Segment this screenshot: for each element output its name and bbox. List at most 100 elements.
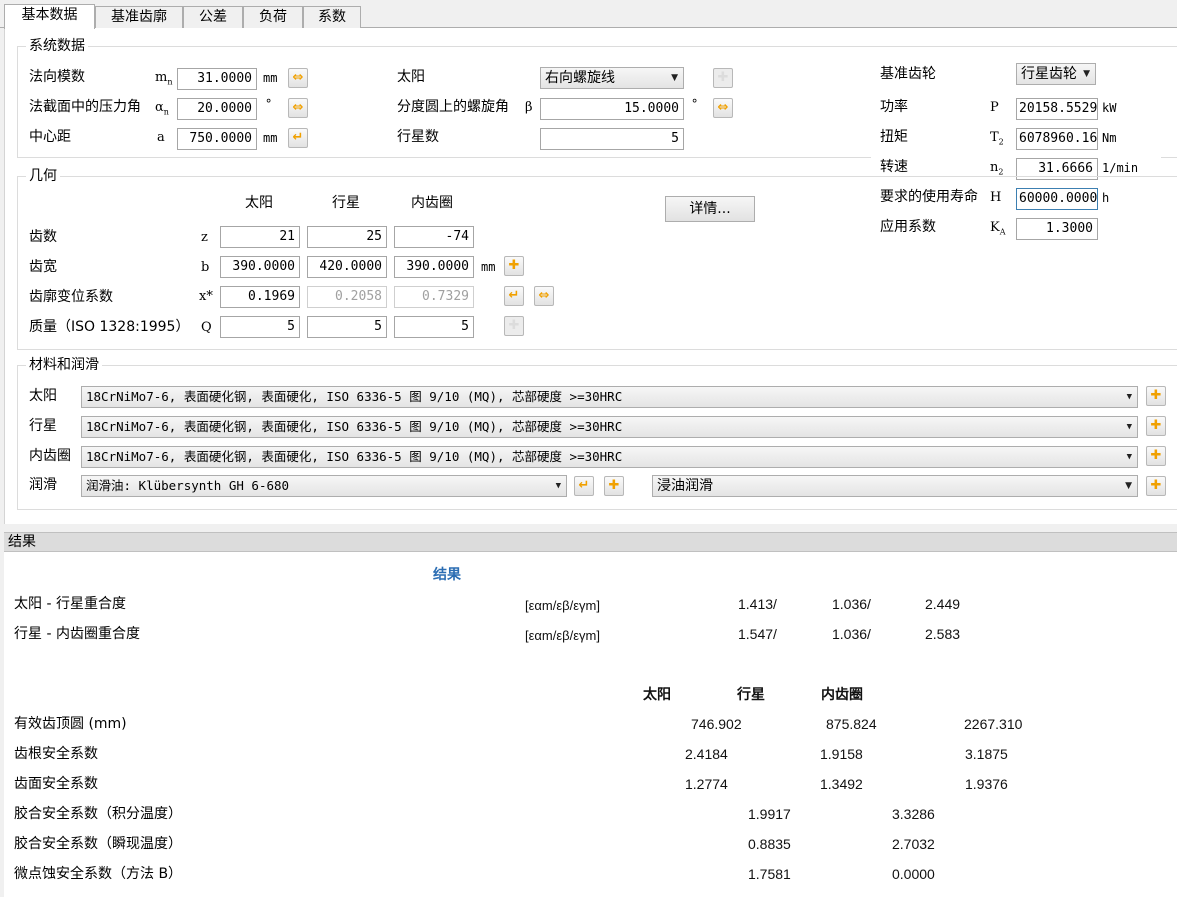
- center-distance-symbol: a: [157, 130, 165, 145]
- teeth-planet-input[interactable]: 25: [307, 226, 387, 248]
- convert-icon[interactable]: ⇔: [713, 98, 733, 118]
- planets-input[interactable]: 5: [540, 128, 684, 150]
- group-title: 材料和润滑: [26, 356, 102, 374]
- quality-symbol: Q: [201, 320, 212, 335]
- quality-planet-input[interactable]: 5: [307, 316, 387, 338]
- tab-basic-data[interactable]: 基本数据: [4, 4, 95, 29]
- col-header-planet: 行星: [332, 195, 360, 211]
- basic-data-panel: 系统数据 法向模数 mn 31.0000 mm ⇔ 太阳 右向螺旋线 ▼ ✚ 法截…: [4, 28, 1177, 524]
- result-value: 3.3286: [892, 806, 935, 822]
- result-value: 1.3492: [820, 776, 863, 792]
- helix-angle-unit: °: [691, 97, 699, 111]
- shift-ring-input: 0.7329: [394, 286, 474, 308]
- lubricant-select[interactable]: 润滑油: Klübersynth GH 6-680 ▼: [81, 475, 567, 497]
- tab-bar: 基本数据 基准齿廓 公差 负荷 系数: [0, 4, 1177, 29]
- helix-angle-input[interactable]: 15.0000: [540, 98, 684, 120]
- shift-sun-input[interactable]: 0.1969: [220, 286, 300, 308]
- group-title: 几何: [26, 167, 60, 185]
- center-distance-input[interactable]: 750.0000: [177, 128, 257, 150]
- ref-gear-select[interactable]: 行星齿轮 ▼: [1016, 63, 1096, 85]
- material-planet-select[interactable]: 18CrNiMo7-6, 表面硬化钢, 表面硬化, ISO 6336-5 图 9…: [81, 416, 1138, 438]
- results-col-planet: 行星: [737, 686, 765, 702]
- plus-icon[interactable]: ✚: [1146, 386, 1166, 406]
- normal-module-unit: mm: [263, 71, 278, 85]
- calculate-icon[interactable]: ↵: [288, 128, 308, 148]
- sun-helix-direction-select[interactable]: 右向螺旋线 ▼: [540, 67, 684, 89]
- normal-module-input[interactable]: 31.0000: [177, 68, 257, 90]
- power-label: 功率: [880, 99, 908, 115]
- contact-ratio-unit: [εαm/εβ/εγm]: [525, 598, 600, 613]
- result-value: 1.9917: [748, 806, 791, 822]
- chevron-down-icon: ▼: [1083, 69, 1090, 79]
- result-value: 1.036/: [832, 596, 871, 612]
- results-header: 结果: [4, 532, 1177, 552]
- result-value: 2.4184: [685, 746, 728, 762]
- results-col-ring: 内齿圈: [821, 686, 863, 702]
- group-title: 系统数据: [26, 37, 88, 55]
- tab-reference-profile[interactable]: 基准齿廓: [95, 6, 183, 28]
- result-value: 1.2774: [685, 776, 728, 792]
- plus-icon[interactable]: ✚: [1146, 416, 1166, 436]
- micropitting-label: 微点蚀安全系数（方法 B）: [14, 866, 183, 882]
- profile-shift-symbol: x*: [199, 289, 213, 304]
- flank-safety-label: 齿面安全系数: [14, 776, 98, 792]
- planet-ring-contact-label: 行星 - 内齿圈重合度: [14, 626, 140, 642]
- chevron-down-icon: ▼: [671, 73, 678, 83]
- teeth-ring-input[interactable]: -74: [394, 226, 474, 248]
- torque-unit: Nm: [1102, 131, 1117, 145]
- convert-icon[interactable]: ⇔: [288, 68, 308, 88]
- profile-shift-label: 齿廓变位系数: [29, 289, 113, 305]
- details-button[interactable]: 详情...: [665, 196, 755, 222]
- convert-icon[interactable]: ⇔: [288, 98, 308, 118]
- results-panel: 结果 太阳 - 行星重合度 [εαm/εβ/εγm] 1.413/ 1.036/…: [4, 552, 1177, 897]
- tab-tolerances[interactable]: 公差: [183, 6, 243, 28]
- teeth-symbol: z: [201, 230, 208, 245]
- calculate-icon[interactable]: ↵: [504, 286, 524, 306]
- sun-label: 太阳: [397, 69, 425, 85]
- plus-icon[interactable]: ✚: [604, 476, 624, 496]
- tab-factors[interactable]: 系数: [303, 6, 361, 28]
- result-value: 1.9376: [965, 776, 1008, 792]
- width-planet-input[interactable]: 420.0000: [307, 256, 387, 278]
- normal-module-symbol: mn: [155, 70, 173, 87]
- result-value: 0.8835: [748, 836, 791, 852]
- plus-icon[interactable]: ✚: [504, 256, 524, 276]
- teeth-sun-input[interactable]: 21: [220, 226, 300, 248]
- scuffing-integral-label: 胶合安全系数（积分温度）: [14, 806, 182, 822]
- col-header-sun: 太阳: [245, 195, 273, 211]
- torque-symbol: T2: [990, 130, 1004, 147]
- convert-icon[interactable]: ⇔: [534, 286, 554, 306]
- quality-sun-input[interactable]: 5: [220, 316, 300, 338]
- face-width-symbol: b: [201, 260, 210, 275]
- plus-icon[interactable]: ✚: [1146, 446, 1166, 466]
- pressure-angle-input[interactable]: 20.0000: [177, 98, 257, 120]
- chevron-down-icon: ▼: [555, 481, 561, 491]
- material-ring-select[interactable]: 18CrNiMo7-6, 表面硬化钢, 表面硬化, ISO 6336-5 图 9…: [81, 446, 1138, 468]
- material-sun-select[interactable]: 18CrNiMo7-6, 表面硬化钢, 表面硬化, ISO 6336-5 图 9…: [81, 386, 1138, 408]
- result-value: 0.0000: [892, 866, 935, 882]
- torque-input[interactable]: 6078960.16: [1016, 128, 1098, 150]
- plus-icon[interactable]: ✚: [1146, 476, 1166, 496]
- face-width-label: 齿宽: [29, 259, 57, 275]
- teeth-label: 齿数: [29, 229, 57, 245]
- chevron-down-icon: ▼: [1125, 481, 1132, 491]
- lubrication-method-select[interactable]: 浸油润滑 ▼: [652, 475, 1138, 497]
- tab-load[interactable]: 负荷: [243, 6, 303, 28]
- center-distance-label: 中心距: [29, 129, 71, 145]
- power-input[interactable]: 20158.5529: [1016, 98, 1098, 120]
- results-title: 结果: [433, 566, 461, 582]
- calculate-icon[interactable]: ↵: [574, 476, 594, 496]
- result-value: 2.583: [925, 626, 961, 642]
- power-unit: kW: [1102, 101, 1117, 115]
- speed-unit: 1/min: [1102, 161, 1139, 175]
- results-col-sun: 太阳: [643, 686, 671, 702]
- quality-ring-input[interactable]: 5: [394, 316, 474, 338]
- helix-angle-symbol: β: [525, 100, 533, 115]
- width-unit: mm: [481, 260, 496, 274]
- width-ring-input[interactable]: 390.0000: [394, 256, 474, 278]
- width-sun-input[interactable]: 390.0000: [220, 256, 300, 278]
- result-value: 1.036/: [832, 626, 871, 642]
- chevron-down-icon: ▼: [1126, 392, 1132, 402]
- result-value: 2267.310: [964, 716, 1023, 732]
- result-value: 1.9158: [820, 746, 863, 762]
